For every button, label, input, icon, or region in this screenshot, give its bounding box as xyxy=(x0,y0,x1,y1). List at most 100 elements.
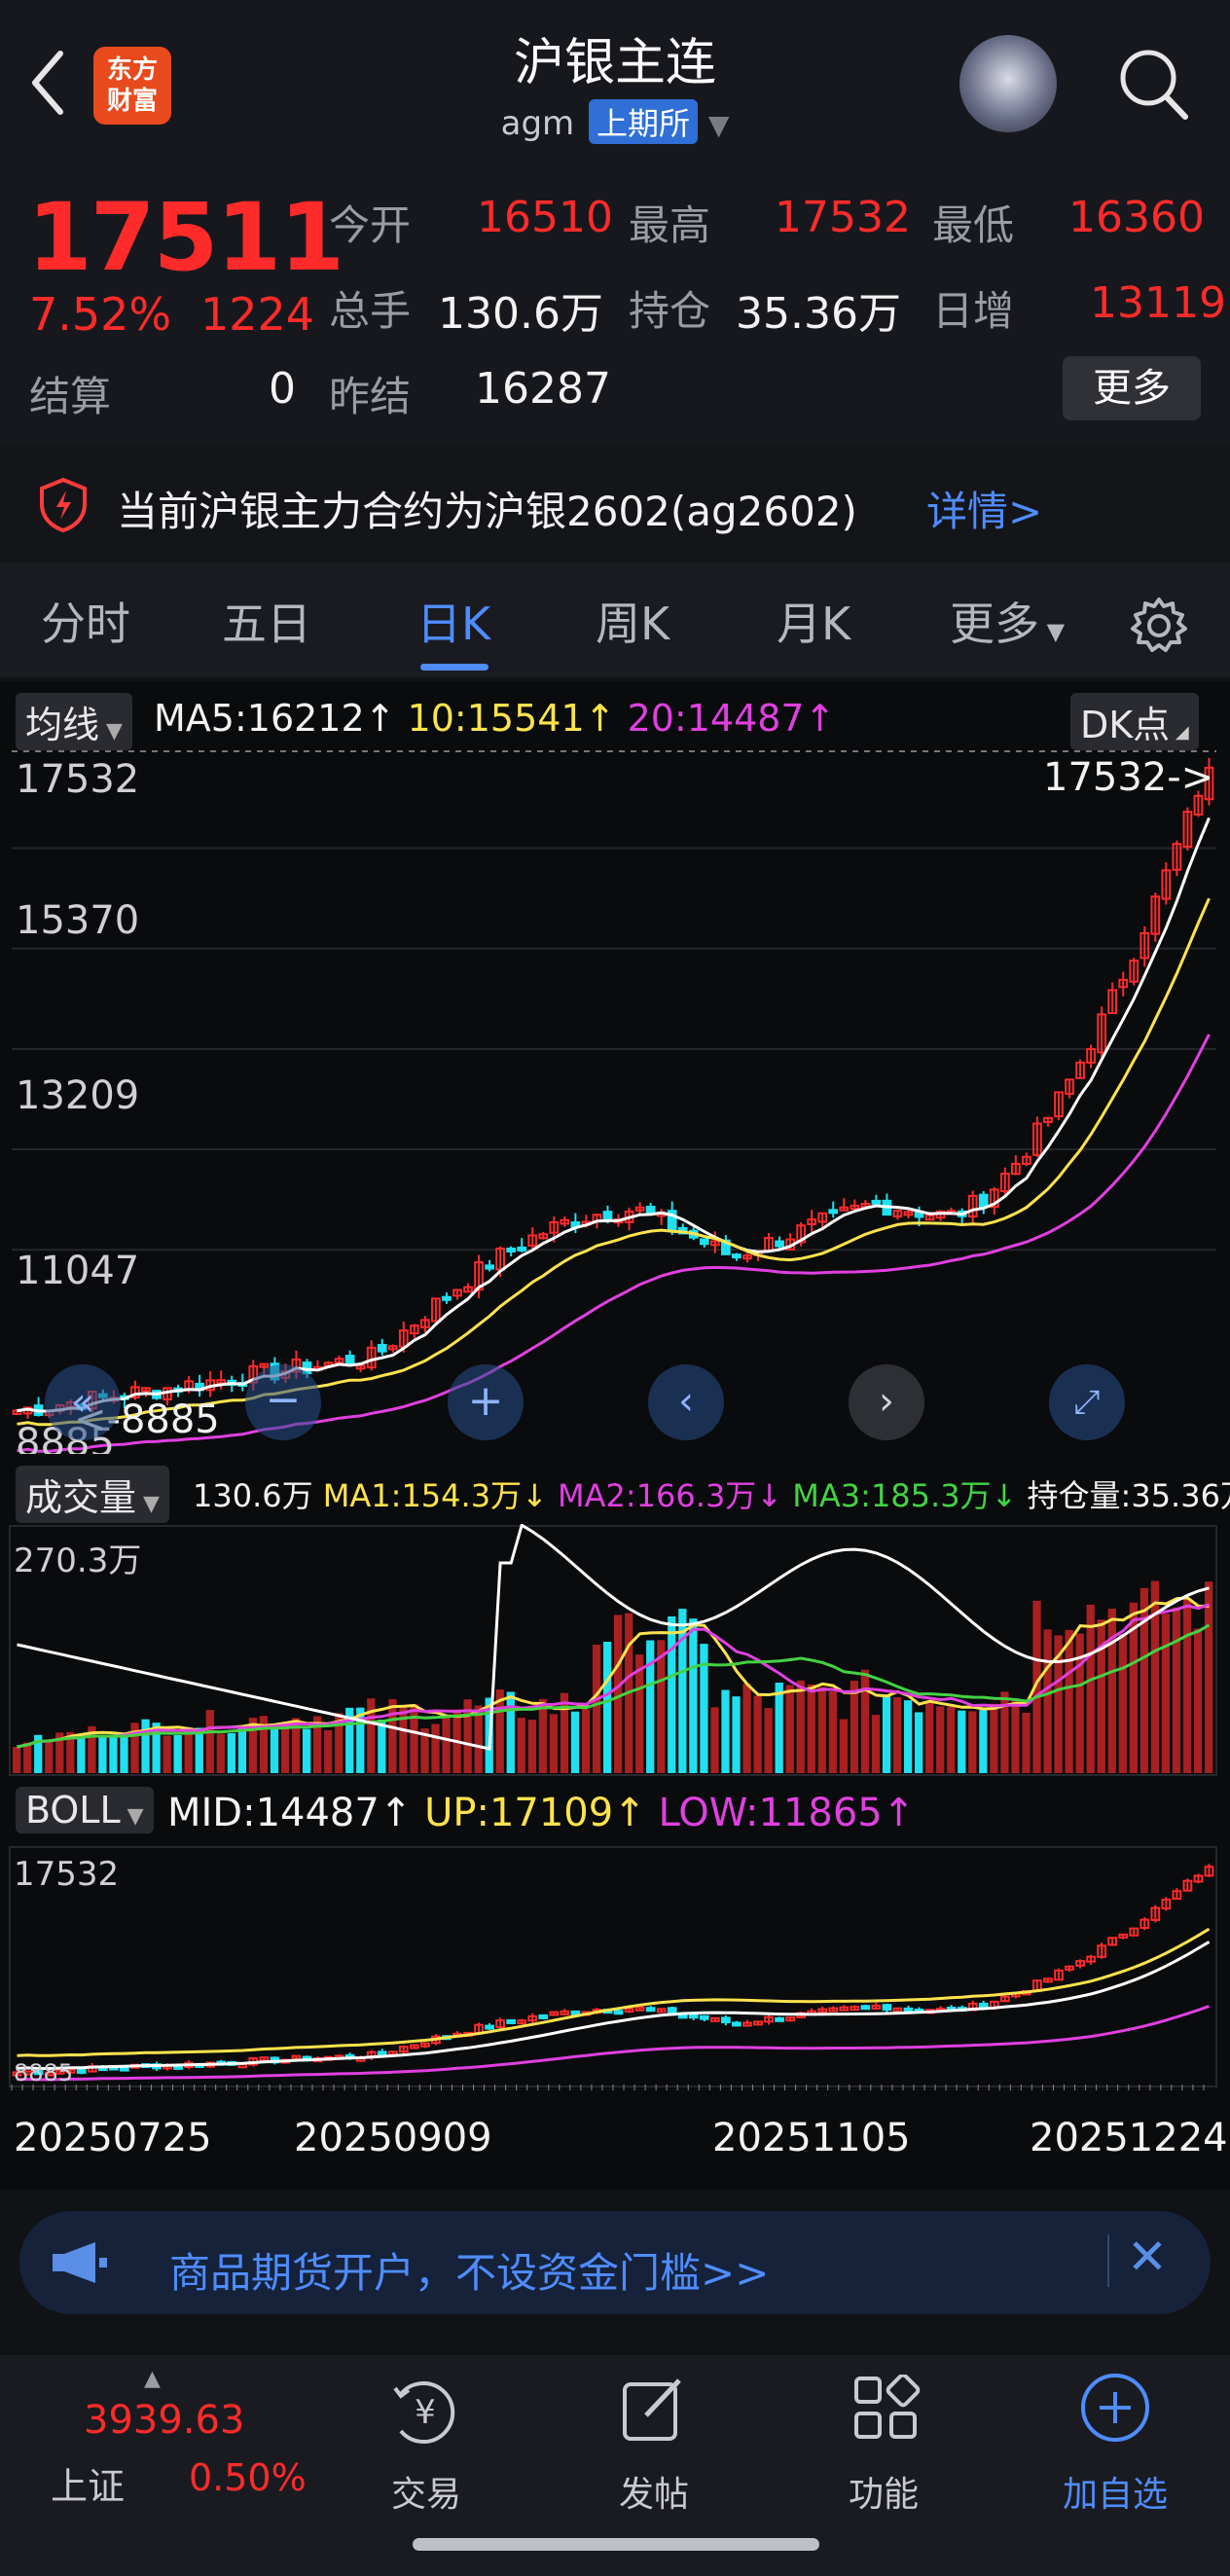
volume-bar xyxy=(892,1697,902,1773)
settle-label: 结算 xyxy=(29,373,112,420)
index-name[interactable]: 上证 xyxy=(51,2456,125,2510)
tab-more[interactable]: 更多 ▼ xyxy=(950,589,1065,653)
ma20-value: 20:14487↑ xyxy=(627,697,836,740)
volume-bar xyxy=(947,1706,956,1773)
volume-bar xyxy=(979,1710,988,1773)
volume-ma3: MA3:185.3万↓ xyxy=(792,1477,1018,1514)
volume-chart[interactable] xyxy=(0,1524,1230,1781)
volume-bar xyxy=(796,1680,805,1773)
svg-text:¥: ¥ xyxy=(415,2393,436,2432)
volume-bar xyxy=(1118,1633,1127,1773)
oi-label: 持仓 xyxy=(629,287,711,335)
candle-body xyxy=(485,2024,494,2030)
tab-monthly-k[interactable]: 月K xyxy=(777,589,850,653)
volume-bar xyxy=(990,1703,998,1773)
ma10-value: 10:15541↑ xyxy=(407,697,616,740)
boll-chart[interactable] xyxy=(0,1845,1230,2092)
volume-bar xyxy=(216,1733,225,1773)
volume-bar xyxy=(302,1728,311,1773)
add-watchlist-icon[interactable] xyxy=(1078,2371,1152,2445)
prev-settle-value: 16287 xyxy=(475,364,611,414)
volume-bar xyxy=(581,1709,591,1773)
volume-bar xyxy=(1150,1580,1160,1773)
settings-gear-icon[interactable] xyxy=(1129,596,1189,656)
caret-down-icon: ▼ xyxy=(120,1804,144,1829)
volume-label: 总手 xyxy=(329,287,412,335)
candle-body xyxy=(688,2014,699,2019)
notice-details-link[interactable]: 详情> xyxy=(926,479,1042,538)
candle-body xyxy=(538,2014,549,2019)
volume-bar xyxy=(205,1709,214,1773)
scroll-left-fast-icon[interactable]: « xyxy=(45,1364,121,1440)
zoom-out-icon[interactable]: − xyxy=(245,1364,321,1440)
index-value[interactable]: 3939.63 xyxy=(84,2398,244,2443)
zoom-in-icon[interactable]: + xyxy=(448,1364,524,1440)
volume-bar xyxy=(1193,1628,1203,1773)
volume-bar xyxy=(549,1714,559,1773)
ma5-line xyxy=(17,816,1211,1413)
volume-bar xyxy=(1204,1581,1213,1773)
volume-bar xyxy=(742,1684,751,1773)
oi-value: 35.36万 xyxy=(736,289,901,339)
caret-up-icon: ▲ xyxy=(144,2367,161,2391)
volume-bar xyxy=(871,1715,881,1773)
tab-daily-k[interactable]: 日K xyxy=(416,589,490,653)
candle-body xyxy=(120,2066,129,2072)
volume-bar xyxy=(1140,1587,1149,1773)
volume-bar xyxy=(506,1691,515,1773)
volume-value: 130.6万 xyxy=(438,289,603,339)
volume-bar xyxy=(442,1716,451,1773)
candle-body xyxy=(882,2004,892,2012)
open-interest-line xyxy=(17,1524,1210,1751)
volume-indicator-label: 成交量 xyxy=(25,1476,137,1519)
more-button[interactable]: 更多 xyxy=(1063,356,1201,420)
price-axis-label: 17532 xyxy=(16,757,139,802)
volume-ma2: MA2:166.3万↓ xyxy=(558,1477,783,1514)
x-date-2: 20250909 xyxy=(294,2116,492,2160)
candle-body xyxy=(828,1209,839,1215)
dk-point-button[interactable]: DK点 ◢ xyxy=(1070,693,1199,750)
volume-bar xyxy=(173,1734,182,1773)
volume-bar xyxy=(721,1689,730,1773)
low-label: 最低 xyxy=(932,201,1015,249)
scroll-left-icon[interactable]: ‹ xyxy=(648,1364,724,1440)
caret-down-icon: ▼ xyxy=(136,1492,160,1516)
candle-body xyxy=(732,2021,742,2027)
functions-grid-icon[interactable] xyxy=(852,2375,921,2443)
tab-five-day[interactable]: 五日 xyxy=(222,589,311,653)
boll-indicator-selector[interactable]: BOLL ▼ xyxy=(16,1787,154,1833)
nav-add-watchlist[interactable]: 加自选 xyxy=(1037,2466,1193,2517)
volume-bar xyxy=(958,1710,966,1773)
nav-trade[interactable]: 交易 xyxy=(348,2466,504,2517)
candle-body xyxy=(485,1264,494,1270)
last-price: 17511 xyxy=(27,183,344,292)
volume-bar xyxy=(602,1642,612,1773)
candle-body xyxy=(978,2002,989,2009)
nav-post[interactable]: 发帖 xyxy=(576,2466,732,2517)
compose-post-icon[interactable] xyxy=(619,2375,689,2445)
volume-bar xyxy=(860,1669,870,1773)
indicator-selector[interactable]: 均线 ▼ xyxy=(16,693,132,750)
scroll-right-icon[interactable]: › xyxy=(849,1364,924,1440)
candlestick-chart[interactable]: 175321537013209110478885 xyxy=(0,749,1230,1454)
tab-intraday[interactable]: 分时 xyxy=(41,589,130,653)
tab-weekly-k[interactable]: 周K xyxy=(596,589,669,653)
volume-bar xyxy=(45,1739,54,1773)
nav-functions[interactable]: 功能 xyxy=(806,2466,961,2517)
robot-avatar-icon[interactable] xyxy=(959,35,1057,132)
boll-axis-max: 17532 xyxy=(14,1855,120,1894)
volume-indicator-selector[interactable]: 成交量 ▼ xyxy=(16,1466,169,1523)
banner-divider xyxy=(1107,2234,1109,2287)
boll-mid-line xyxy=(17,1941,1211,2070)
candle-body xyxy=(721,2016,731,2024)
index-change[interactable]: 0.50% xyxy=(189,2456,307,2499)
price-axis-label: 11047 xyxy=(16,1249,139,1293)
volume-bar xyxy=(732,1696,741,1773)
search-icon[interactable] xyxy=(1113,39,1191,127)
fullscreen-icon[interactable]: ⤢ xyxy=(1049,1364,1125,1440)
volume-bar xyxy=(237,1727,247,1773)
close-banner-icon[interactable]: ✕ xyxy=(1127,2229,1168,2285)
volume-bar xyxy=(839,1719,849,1773)
trade-yen-icon[interactable]: ¥ xyxy=(387,2375,463,2450)
volume-ma2-line xyxy=(17,1603,1210,1749)
